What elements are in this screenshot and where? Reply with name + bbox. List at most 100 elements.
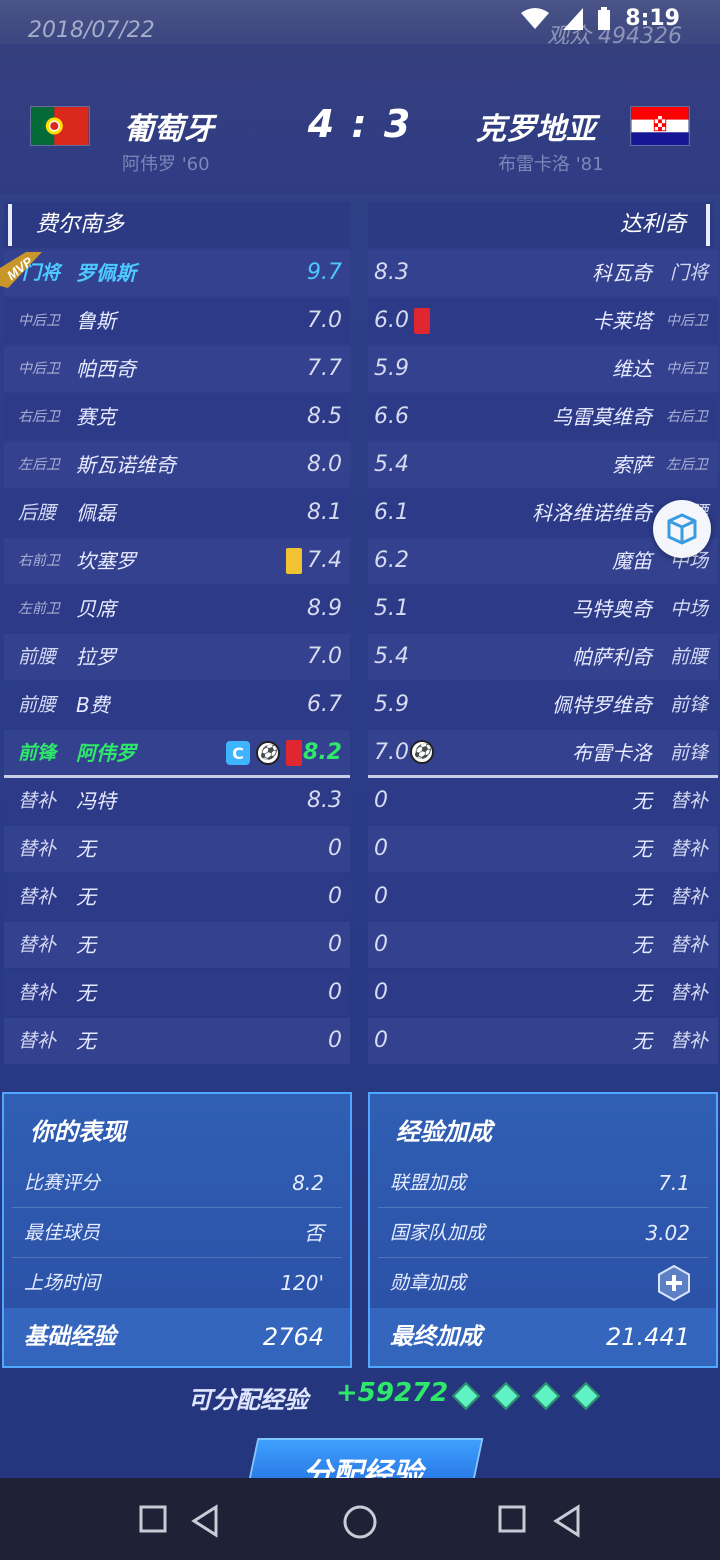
player-row-home[interactable]: 替补 冯特 8.3 (4, 778, 350, 824)
player-name: 帕萨利奇 (572, 645, 652, 669)
player-row-away[interactable]: 5.1 马特奥奇 中场 (368, 586, 718, 632)
final-bonus-footer: 最终加成 21.441 (370, 1308, 716, 1366)
footer-label: 基础经验 (24, 1324, 116, 1350)
player-row-away[interactable]: 0 无替补 (368, 874, 718, 920)
performance-row: 比赛评分 8.2 (12, 1158, 342, 1208)
player-row-home[interactable]: 右后卫 赛克 8.5 (4, 394, 350, 440)
player-row-home[interactable]: 门将 罗佩斯 9.7 (4, 250, 350, 296)
player-row-home[interactable]: 替补无 0 (4, 970, 350, 1016)
player-rating: 9.7 (307, 260, 342, 285)
player-row-away[interactable]: 5.4 帕萨利奇 前腰 (368, 634, 718, 680)
player-name: 无 (76, 981, 96, 1005)
row-value: 否 (304, 1221, 324, 1245)
coach-accent-bar (706, 204, 710, 246)
performance-row: 上场时间 120' (12, 1258, 342, 1308)
home-scorer: 阿伟罗 '60 (122, 154, 210, 175)
player-row-home[interactable]: 后腰 佩磊 8.1 (4, 490, 350, 536)
floating-assist-button[interactable] (653, 500, 711, 558)
player-rating: 6.7 (307, 692, 342, 717)
away-bench-divider (368, 775, 718, 778)
signal-icon (563, 7, 584, 30)
away-coach: 达利奇 (368, 202, 714, 248)
player-rating: 0 (328, 1028, 342, 1053)
player-name: 拉罗 (76, 645, 116, 669)
player-row-away[interactable]: 7.0 布雷卡洛 前锋 ⚽ (368, 730, 718, 776)
medal-add-button[interactable] (656, 1265, 692, 1301)
square-icon[interactable] (138, 1504, 168, 1534)
back-icon[interactable] (552, 1504, 582, 1538)
player-row-home[interactable]: 前腰 拉罗 7.0 (4, 634, 350, 680)
player-rating: 8.3 (374, 260, 409, 285)
player-row-away[interactable]: 0 无替补 (368, 1018, 718, 1064)
player-row-away[interactable]: 5.9 佩特罗维奇 前锋 (368, 682, 718, 728)
bonus-row: 勋章加成 (378, 1258, 708, 1308)
croatia-flag-icon (630, 106, 690, 146)
player-row-home[interactable]: 前锋 阿伟罗 8.2 C ⚽ (4, 730, 350, 776)
event-icons (286, 548, 302, 574)
player-row-away[interactable]: 0 无替补 (368, 922, 718, 968)
diamond-icon (571, 1381, 601, 1411)
coach-accent-bar (8, 204, 12, 246)
player-position: 前腰 (669, 646, 708, 668)
player-rating: 0 (328, 836, 342, 861)
player-row-away[interactable]: 0 无替补 (368, 778, 718, 824)
player-name: 赛克 (76, 405, 116, 429)
player-position: 替补 (18, 886, 57, 908)
player-position: 替补 (669, 838, 708, 860)
player-row-away[interactable]: 6.6 乌雷莫维奇 右后卫 (368, 394, 718, 440)
player-row-home[interactable]: 替补无 0 (4, 1018, 350, 1064)
player-rating: 5.4 (374, 452, 409, 477)
player-position: 中后卫 (18, 313, 60, 329)
player-row-home[interactable]: 中后卫 帕西奇 7.7 (4, 346, 350, 392)
home-coach-name: 费尔南多 (36, 212, 125, 237)
portugal-flag-icon (30, 106, 90, 146)
yellow-card-icon (286, 548, 302, 574)
player-row-away[interactable]: 0 无替补 (368, 826, 718, 872)
player-name: 索萨 (612, 453, 652, 477)
player-position: 替补 (18, 982, 57, 1004)
battery-icon (598, 6, 611, 30)
diamond-icon (531, 1381, 561, 1411)
player-rating: 0 (374, 980, 388, 1005)
player-rating: 6.1 (374, 500, 409, 525)
distributable-value: +59272 (336, 1378, 449, 1408)
player-name: B费 (76, 693, 110, 717)
player-rating: 8.0 (307, 452, 342, 477)
player-row-away[interactable]: 6.0 卡莱塔 中后卫 (368, 298, 718, 344)
player-rating: 7.0 (307, 308, 342, 333)
player-row-away[interactable]: 0 无替补 (368, 970, 718, 1016)
red-card-icon (414, 308, 430, 334)
player-position: 替补 (669, 934, 708, 956)
player-name: 无 (632, 1029, 652, 1053)
player-name: 科洛维诺维奇 (532, 501, 652, 525)
player-row-home[interactable]: 替补无 0 (4, 826, 350, 872)
player-row-away[interactable]: 8.3 科瓦奇 门将 (368, 250, 718, 296)
home-icon[interactable] (342, 1504, 378, 1540)
player-rating: 0 (328, 980, 342, 1005)
player-name: 无 (632, 885, 652, 909)
player-row-away[interactable]: 5.9 维达 中后卫 (368, 346, 718, 392)
match-score: 4 : 3 (307, 102, 413, 146)
player-rating: 7.7 (307, 356, 342, 381)
player-row-home[interactable]: 替补无 0 (4, 874, 350, 920)
player-row-home[interactable]: 替补无 0 (4, 922, 350, 968)
player-list-viewport[interactable]: 门将 罗佩斯 9.7 中后卫 鲁斯 7.0 中后卫 帕西奇 7.7 右后卫 赛克 8.5 左后卫 斯瓦诺维… (0, 250, 720, 1092)
player-row-home[interactable]: 右前卫 坎塞罗 7.4 (4, 538, 350, 584)
back-icon[interactable] (190, 1504, 220, 1538)
player-position: 中后卫 (666, 361, 708, 377)
player-row-home[interactable]: 左前卫 贝席 8.9 (4, 586, 350, 632)
soccer-ball-icon: ⚽ (256, 741, 280, 765)
player-row-home[interactable]: 中后卫 鲁斯 7.0 (4, 298, 350, 344)
square-icon[interactable] (497, 1504, 527, 1534)
player-name: 魔笛 (612, 549, 652, 573)
player-row-home[interactable]: 前腰 B费 6.7 (4, 682, 350, 728)
player-name: 卡莱塔 (592, 309, 652, 333)
player-row-away[interactable]: 5.4 索萨 左后卫 (368, 442, 718, 488)
player-row-home[interactable]: 左后卫 斯瓦诺维奇 8.0 (4, 442, 350, 488)
bonus-row: 国家队加成 3.02 (378, 1208, 708, 1258)
row-label: 最佳球员 (24, 1222, 101, 1244)
player-position: 前锋 (18, 742, 57, 764)
player-rating: 7.0 (307, 644, 342, 669)
player-rating: 7.4 (307, 548, 342, 573)
player-name: 乌雷莫维奇 (552, 405, 652, 429)
